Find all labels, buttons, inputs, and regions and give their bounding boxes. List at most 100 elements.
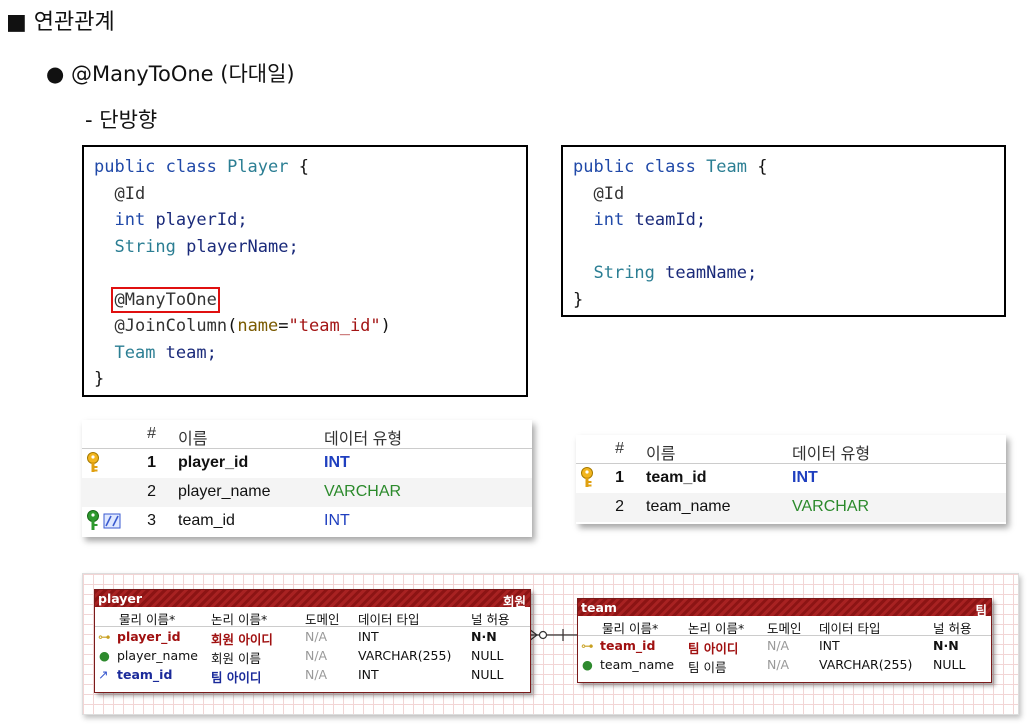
team-code-block: public class Team { @Id int teamId; Stri…: [561, 145, 1006, 317]
code-text: }: [573, 289, 584, 310]
class-name: Player: [227, 157, 289, 177]
erd-player-entity[interactable]: player 회원 물리 이름* 논리 이름* 도메인 데이터 타입 널 허용 …: [94, 589, 531, 693]
nullable: N·N: [933, 638, 959, 653]
annotation: @JoinColumn: [114, 316, 228, 336]
entity-row[interactable]: ⊶ player_id 회원 아이디 N/A INT N·N: [95, 627, 530, 647]
col-name-header: 이름: [178, 431, 208, 448]
table-row[interactable]: 2 team_name VARCHAR: [576, 493, 1006, 522]
table-row[interactable]: 1 team_id INT: [576, 464, 1006, 493]
header-data-type: 데이터 타입: [358, 612, 420, 627]
code-text: ): [380, 316, 391, 336]
domain: N/A: [305, 667, 328, 682]
data-type: VARCHAR(255): [358, 648, 452, 663]
many-to-one-annotation-highlight: @ManyToOne: [111, 286, 220, 313]
column-name: player_name: [178, 483, 271, 500]
header-physical-name: 물리 이름*: [602, 621, 659, 636]
entity-row[interactable]: ↗ team_id 팀 아이디 N/A INT NULL: [95, 665, 530, 685]
code-text: (: [227, 316, 238, 336]
table-row[interactable]: 2 player_name VARCHAR: [82, 478, 532, 507]
entity-row[interactable]: ● player_name 회원 이름 N/A VARCHAR(255) NUL…: [95, 646, 530, 666]
code-text: {: [288, 157, 309, 177]
pk-icon: ⊶: [581, 638, 594, 653]
header-nullable: 널 허용: [471, 612, 510, 627]
table-row[interactable]: 3 team_id INT: [82, 507, 532, 536]
column-type: VARCHAR: [792, 498, 870, 515]
class-name: Team: [706, 157, 748, 177]
primary-key-icon: [580, 467, 594, 494]
code-text: =: [278, 316, 289, 336]
row-number: 2: [147, 483, 156, 500]
code-type: String: [114, 236, 187, 257]
physical-name: player_name: [117, 648, 198, 663]
attribute-dot-icon: ●: [582, 657, 593, 672]
column-type: INT: [324, 454, 350, 471]
header-logical-name: 논리 이름*: [211, 612, 268, 627]
erd-team-entity[interactable]: team 팀 물리 이름* 논리 이름* 도메인 데이터 타입 널 허용 ⊶ t…: [577, 598, 992, 683]
nullable: NULL: [933, 657, 966, 672]
field-name: playerName;: [186, 236, 299, 257]
data-type: INT: [358, 667, 379, 682]
table-header: # 이름 데이터 유형: [82, 420, 532, 449]
primary-key-icon: [86, 452, 100, 479]
entity-title-bar: player 회원: [95, 590, 530, 609]
entity-row[interactable]: ⊶ team_id 팀 아이디 N/A INT N·N: [578, 636, 991, 656]
code-text: }: [94, 369, 105, 389]
code-type: Team: [114, 342, 166, 363]
code-keyword: public class: [573, 157, 707, 177]
column-name: team_id: [178, 512, 235, 529]
code-type: String: [593, 263, 666, 283]
entity-name: team: [581, 600, 617, 615]
domain: N/A: [305, 648, 328, 663]
col-type-header: 데이터 유형: [792, 446, 871, 463]
physical-name: team_id: [117, 667, 173, 682]
data-type: INT: [358, 629, 379, 644]
field-name: playerId;: [155, 210, 248, 230]
field-name: team;: [165, 342, 217, 363]
header-logical-name: 논리 이름*: [688, 621, 745, 636]
col-name-header: 이름: [646, 446, 676, 463]
player-code-block: public class Player { @Id int playerId; …: [82, 145, 528, 397]
header-nullable: 널 허용: [933, 621, 972, 636]
nullable: NULL: [471, 648, 504, 663]
column-name: player_id: [178, 454, 249, 471]
subsection-heading: ● @ManyToOne (다대일): [46, 62, 295, 86]
attribute-dot-icon: ●: [99, 648, 110, 663]
table-row[interactable]: 1 player_id INT: [82, 449, 532, 478]
code-keyword: public class: [94, 157, 228, 177]
section-heading: ■ 연관관계: [6, 10, 115, 35]
column-type: INT: [324, 512, 350, 529]
col-number-header: #: [615, 440, 624, 457]
field-name: teamName;: [665, 263, 758, 283]
row-number: 3: [147, 512, 156, 529]
entity-column-header: 물리 이름* 논리 이름* 도메인 데이터 타입 널 허용: [578, 616, 991, 636]
table-header: # 이름 데이터 유형: [576, 435, 1006, 464]
code-type: int: [114, 210, 156, 230]
domain: N/A: [305, 629, 328, 644]
header-physical-name: 물리 이름*: [119, 612, 176, 627]
entity-row[interactable]: ● team_name 팀 이름 N/A VARCHAR(255) NULL: [578, 655, 991, 675]
nullable: NULL: [471, 667, 504, 682]
nullable: N·N: [471, 629, 497, 644]
player-db-table: # 이름 데이터 유형 1 player_id INT 2 player_nam…: [82, 420, 532, 537]
column-type: VARCHAR: [324, 483, 402, 500]
code-type: int: [593, 210, 635, 230]
col-number-header: #: [147, 425, 156, 442]
physical-name: player_id: [117, 629, 181, 644]
row-number: 1: [615, 469, 624, 486]
annotation-attr: name: [237, 316, 279, 336]
data-type: VARCHAR(255): [819, 657, 913, 672]
header-domain: 도메인: [305, 612, 340, 627]
physical-name: team_id: [600, 638, 656, 653]
annotation: @Id: [593, 183, 625, 204]
physical-name: team_name: [600, 657, 675, 672]
col-type-header: 데이터 유형: [324, 431, 403, 448]
pk-icon: ⊶: [98, 629, 111, 644]
logical-name: 팀 아이디: [211, 670, 262, 685]
column-type: INT: [792, 469, 818, 486]
row-number: 2: [615, 498, 624, 515]
direction-heading: - 단방향: [85, 108, 158, 132]
code-text: {: [747, 157, 768, 177]
fk-icon: ↗: [98, 667, 109, 682]
column-name: team_id: [646, 469, 707, 486]
header-domain: 도메인: [767, 621, 802, 636]
